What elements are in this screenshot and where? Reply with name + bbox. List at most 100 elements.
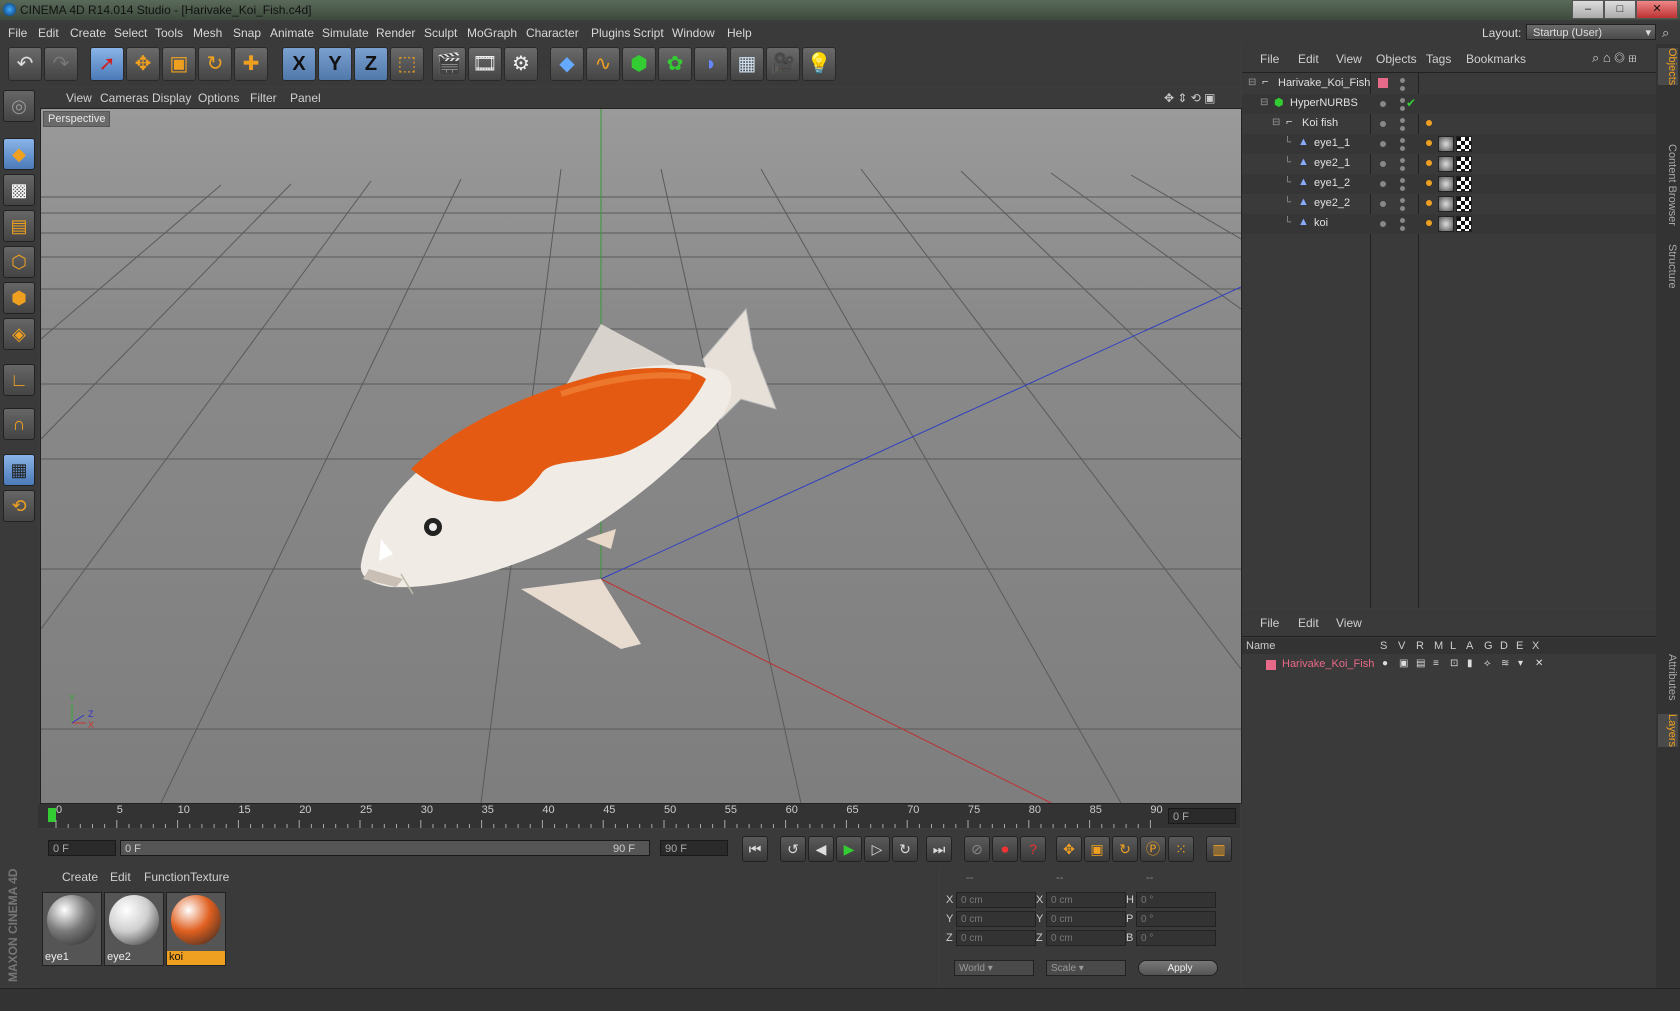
layer-column-header[interactable]: E xyxy=(1516,640,1523,652)
layout-select[interactable]: Startup (User) ▾ xyxy=(1526,24,1656,40)
layer-column-header[interactable]: A xyxy=(1466,640,1473,652)
side-tab-objects[interactable]: Objects xyxy=(1658,48,1678,86)
material-tag-icon[interactable] xyxy=(1438,216,1454,232)
layer-column-header[interactable]: R xyxy=(1416,640,1424,652)
spline-pen-button[interactable]: ∿ xyxy=(586,47,620,81)
object-menu-tags[interactable]: Tags xyxy=(1426,52,1451,66)
object-row[interactable]: ⊟ ⌐ Koi fish xyxy=(1242,114,1656,134)
array-button[interactable]: ✿ xyxy=(658,47,692,81)
render-view-button[interactable]: 🎬 xyxy=(432,47,466,81)
material-swatch-koi[interactable]: koi xyxy=(166,892,226,966)
workplane-mode-button[interactable]: ▤ xyxy=(3,210,35,242)
render-visibility-dot[interactable] xyxy=(1400,226,1405,231)
menu-render[interactable]: Render xyxy=(376,26,415,40)
material-swatch-eye1[interactable]: eye1 xyxy=(42,892,102,966)
move-tool-button[interactable]: ✥ xyxy=(126,47,160,81)
render-visibility-dot[interactable] xyxy=(1400,146,1405,151)
y-axis-lock-button[interactable]: Y xyxy=(318,47,352,81)
object-menu-file[interactable]: File xyxy=(1260,52,1279,66)
side-tab-attributes[interactable]: Attributes xyxy=(1658,654,1678,700)
side-tab-structure[interactable]: Structure xyxy=(1658,244,1678,289)
viewport-menu-cameras[interactable]: Cameras xyxy=(100,91,149,105)
autokey-button[interactable]: ⏺ xyxy=(992,836,1018,862)
live-selection-button[interactable]: ➚ xyxy=(90,47,124,81)
layer-column-header[interactable]: Name xyxy=(1246,640,1275,652)
search-icon[interactable]: ⌕ xyxy=(1662,25,1669,41)
layer-menu-file[interactable]: File xyxy=(1260,616,1279,630)
key-rotation-button[interactable]: ↻ xyxy=(1112,836,1138,862)
camera-button[interactable]: 🎥 xyxy=(766,47,800,81)
phong-tag-icon[interactable] xyxy=(1426,160,1432,166)
object-row[interactable]: └ ▲ eye2_1 xyxy=(1242,154,1656,174)
tree-expander-icon[interactable]: └ xyxy=(1284,217,1291,228)
editor-visibility-dot[interactable] xyxy=(1400,158,1405,163)
add-object-button[interactable]: ✚ xyxy=(234,47,268,81)
editor-visibility-dot[interactable] xyxy=(1380,181,1386,187)
material-menu-create[interactable]: Create xyxy=(62,870,98,884)
layer-column-header[interactable]: X xyxy=(1532,640,1539,652)
koi-fish-model[interactable] xyxy=(360,307,777,649)
tree-expander-icon[interactable]: └ xyxy=(1284,197,1291,208)
menu-snap[interactable]: Snap xyxy=(233,26,261,40)
uvw-tag-icon[interactable] xyxy=(1456,196,1472,212)
start-frame-field[interactable]: 0 F xyxy=(48,840,116,856)
menu-character[interactable]: Character xyxy=(526,26,579,40)
menu-create[interactable]: Create xyxy=(70,26,106,40)
render-visibility-dot[interactable] xyxy=(1400,126,1405,131)
hypernurbs-button[interactable]: ⬢ xyxy=(622,47,656,81)
layer-toggle-icon[interactable]: ▮ xyxy=(1467,658,1473,669)
menu-tools[interactable]: Tools xyxy=(155,26,183,40)
menu-script[interactable]: Script xyxy=(633,26,664,40)
object-manager-search-icon[interactable]: ⌕ ⌂ ◎ ⊞ xyxy=(1592,50,1637,66)
layer-toggle-icon[interactable]: ● xyxy=(1382,658,1388,669)
polygons-mode-button[interactable]: ◈ xyxy=(3,318,35,350)
layer-toggle-icon[interactable]: ≡ xyxy=(1433,658,1439,669)
minimize-button[interactable]: ‒ xyxy=(1572,0,1604,19)
next-frame-button[interactable]: ▷ xyxy=(864,836,890,862)
undo-button[interactable]: ↶ xyxy=(8,47,42,81)
light-button[interactable]: 💡 xyxy=(802,47,836,81)
object-row[interactable]: └ ▲ eye1_1 xyxy=(1242,134,1656,154)
layer-column-header[interactable]: S xyxy=(1380,640,1387,652)
menu-mograph[interactable]: MoGraph xyxy=(467,26,517,40)
uvw-tag-icon[interactable] xyxy=(1456,176,1472,192)
phong-tag-icon[interactable] xyxy=(1426,180,1432,186)
previous-frame-button[interactable]: ◀ xyxy=(808,836,834,862)
soft-selection-button[interactable]: ⟲ xyxy=(3,490,35,522)
render-visibility-dot[interactable] xyxy=(1400,206,1405,211)
layer-toggle-icon[interactable]: ⟡ xyxy=(1484,658,1491,669)
render-visibility-dot[interactable] xyxy=(1400,186,1405,191)
tree-expander-icon[interactable]: └ xyxy=(1284,177,1291,188)
phong-tag-icon[interactable] xyxy=(1426,200,1432,206)
coord-value-field[interactable]: 0 ° xyxy=(1136,930,1216,946)
maximize-button[interactable]: □ xyxy=(1604,0,1636,19)
apply-button[interactable]: Apply xyxy=(1138,960,1218,976)
render-visibility-dot[interactable] xyxy=(1400,86,1405,91)
object-row[interactable]: └ ▲ eye1_2 xyxy=(1242,174,1656,194)
material-tag-icon[interactable] xyxy=(1438,196,1454,212)
menu-sculpt[interactable]: Sculpt xyxy=(424,26,457,40)
enabled-check-icon[interactable]: ✔ xyxy=(1406,96,1416,110)
tree-expander-icon[interactable]: ⊟ xyxy=(1248,77,1256,88)
viewport-menu-options[interactable]: Options xyxy=(198,91,239,105)
object-menu-objects[interactable]: Objects xyxy=(1376,52,1417,66)
deformer-button[interactable]: ◗ xyxy=(694,47,728,81)
object-menu-edit[interactable]: Edit xyxy=(1298,52,1319,66)
material-menu-texture[interactable]: Texture xyxy=(190,870,229,884)
viewport-menu-view[interactable]: View xyxy=(66,91,92,105)
x-axis-lock-button[interactable]: X xyxy=(282,47,316,81)
layer-column-header[interactable]: M xyxy=(1434,640,1443,652)
layer-toggle-icon[interactable]: ⊡ xyxy=(1450,658,1458,669)
menu-mesh[interactable]: Mesh xyxy=(193,26,222,40)
material-swatch-eye2[interactable]: eye2 xyxy=(104,892,164,966)
side-tab-layers[interactable]: Layers xyxy=(1658,714,1678,748)
render-settings-button[interactable]: ⚙ xyxy=(504,47,538,81)
layer-color-swatch[interactable] xyxy=(1378,78,1388,88)
key-scale-button[interactable]: ▣ xyxy=(1084,836,1110,862)
material-tag-icon[interactable] xyxy=(1438,156,1454,172)
viewport-nav-icons[interactable]: ✥ ⇕ ⟲ ▣ xyxy=(1164,91,1216,105)
coord-mode-select[interactable]: World ▾ xyxy=(954,960,1034,976)
coord-value-field[interactable]: 0 ° xyxy=(1136,911,1216,927)
model-mode-button[interactable]: ◆ xyxy=(3,138,35,170)
layer-color-swatch[interactable] xyxy=(1266,660,1276,670)
